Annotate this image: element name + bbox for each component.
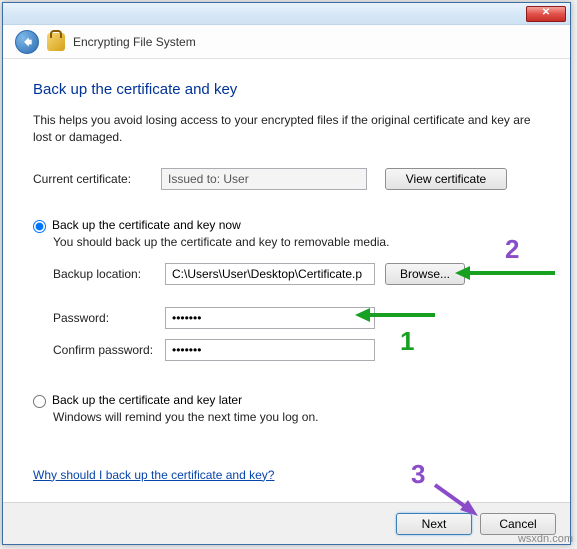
efs-lock-icon xyxy=(47,33,65,51)
option-backup-now-label: Back up the certificate and key now xyxy=(52,218,241,232)
password-row: Password: xyxy=(53,307,540,329)
option-backup-later-label: Back up the certificate and key later xyxy=(52,393,242,407)
backup-location-input[interactable] xyxy=(165,263,375,285)
view-certificate-button[interactable]: View certificate xyxy=(385,168,507,190)
back-button[interactable] xyxy=(15,30,39,54)
browse-button[interactable]: Browse... xyxy=(385,263,465,285)
header-row: Encrypting File System xyxy=(3,25,570,59)
backup-location-label: Backup location: xyxy=(53,267,165,281)
cancel-button[interactable]: Cancel xyxy=(480,513,556,535)
close-icon: ✕ xyxy=(542,7,550,18)
close-button[interactable]: ✕ xyxy=(526,6,566,22)
password-input[interactable] xyxy=(165,307,375,329)
backup-location-row: Backup location: Browse... xyxy=(53,263,540,285)
confirm-password-input[interactable] xyxy=(165,339,375,361)
window-title: Encrypting File System xyxy=(73,35,196,49)
watermark: wsxdn.com xyxy=(518,533,573,545)
next-button[interactable]: Next xyxy=(396,513,472,535)
current-cert-row: Current certificate: View certificate xyxy=(33,168,540,190)
radio-backup-later[interactable] xyxy=(33,395,46,408)
page-heading: Back up the certificate and key xyxy=(33,81,540,98)
option-backup-now[interactable]: Back up the certificate and key now xyxy=(33,218,540,233)
why-backup-link[interactable]: Why should I back up the certificate and… xyxy=(33,468,274,482)
option-backup-later[interactable]: Back up the certificate and key later xyxy=(33,393,540,408)
current-cert-field xyxy=(161,168,367,190)
password-label: Password: xyxy=(53,311,165,325)
help-text: This helps you avoid losing access to yo… xyxy=(33,112,540,146)
titlebar: ✕ xyxy=(3,3,570,25)
option-backup-now-desc: You should back up the certificate and k… xyxy=(53,235,540,249)
back-arrow-icon xyxy=(20,35,34,49)
current-cert-label: Current certificate: xyxy=(33,172,161,186)
confirm-password-row: Confirm password: xyxy=(53,339,540,361)
option-backup-later-desc: Windows will remind you the next time yo… xyxy=(53,410,540,424)
radio-backup-now[interactable] xyxy=(33,220,46,233)
confirm-password-label: Confirm password: xyxy=(53,343,165,357)
footer: Next Cancel xyxy=(3,502,570,544)
content-area: Back up the certificate and key This hel… xyxy=(3,59,570,494)
wizard-window: ✕ Encrypting File System Back up the cer… xyxy=(2,2,571,545)
